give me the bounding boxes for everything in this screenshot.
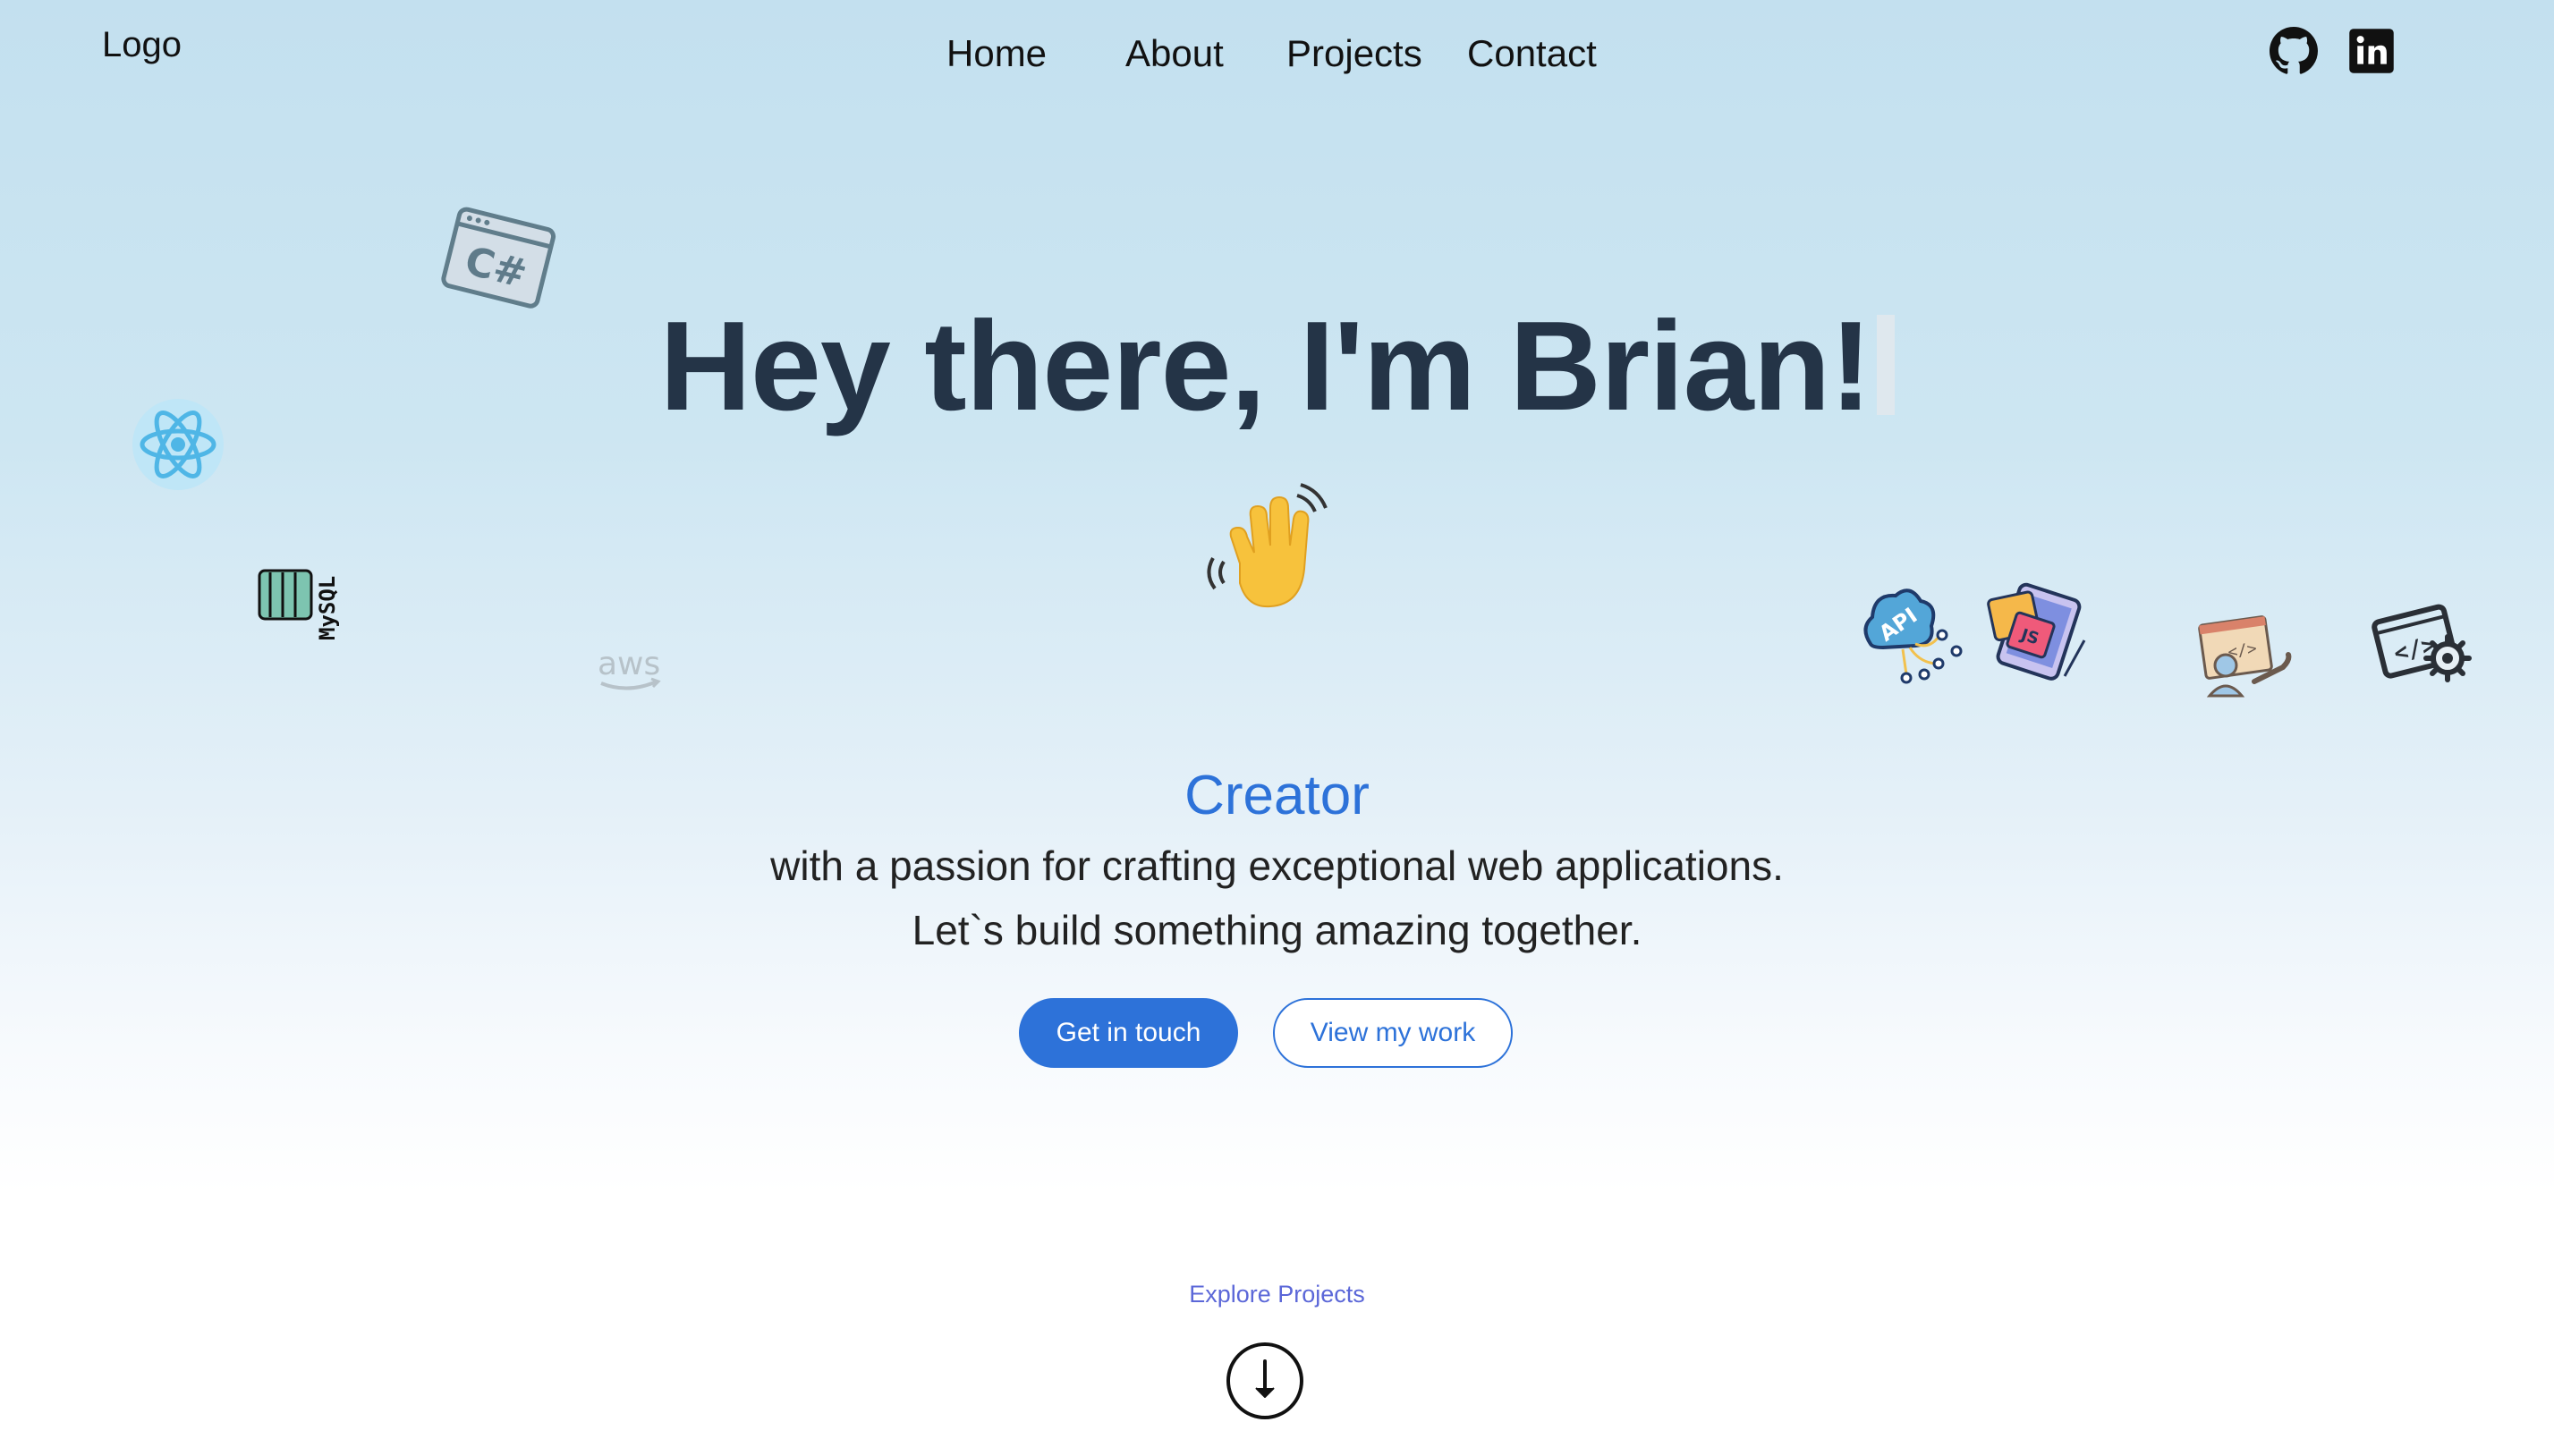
waving-hand-icon — [1204, 483, 1338, 617]
get-in-touch-button[interactable]: Get in touch — [1019, 998, 1238, 1068]
hero-tagline-line2: Let`s build something amazing together. — [912, 907, 1642, 953]
javascript-device-icon: JS — [1984, 578, 2092, 685]
hero-tagline-line1: with a passion for crafting exceptional … — [770, 842, 1784, 889]
main-nav: Home About Projects Contact — [0, 29, 2554, 82]
nav-home[interactable]: Home — [946, 29, 1047, 79]
developer-icon: </> — [2197, 614, 2295, 703]
typing-cursor — [1876, 315, 1895, 415]
aws-icon: aws — [594, 644, 666, 698]
svg-text:MySQL: MySQL — [315, 576, 340, 640]
code-settings-icon: </> — [2371, 599, 2473, 698]
arrow-down-icon[interactable] — [1226, 1342, 1304, 1420]
view-my-work-button[interactable]: View my work — [1273, 998, 1513, 1068]
explore-projects-label[interactable]: Explore Projects — [0, 1281, 2554, 1308]
hero-title-text: Hey there, I'm Brian! — [659, 295, 1871, 437]
nav-projects[interactable]: Projects — [1286, 29, 1422, 79]
mysql-icon: MySQL — [256, 554, 351, 649]
api-icon: API — [1856, 581, 1964, 689]
hero-title: Hey there, I'm Brian! — [0, 295, 2554, 438]
hero-role: Creator — [1184, 765, 1370, 826]
linkedin-icon[interactable] — [2347, 27, 2396, 75]
github-icon[interactable] — [2270, 27, 2318, 75]
nav-about[interactable]: About — [1125, 29, 1224, 79]
svg-text:aws: aws — [598, 646, 660, 682]
nav-contact[interactable]: Contact — [1467, 29, 1597, 79]
